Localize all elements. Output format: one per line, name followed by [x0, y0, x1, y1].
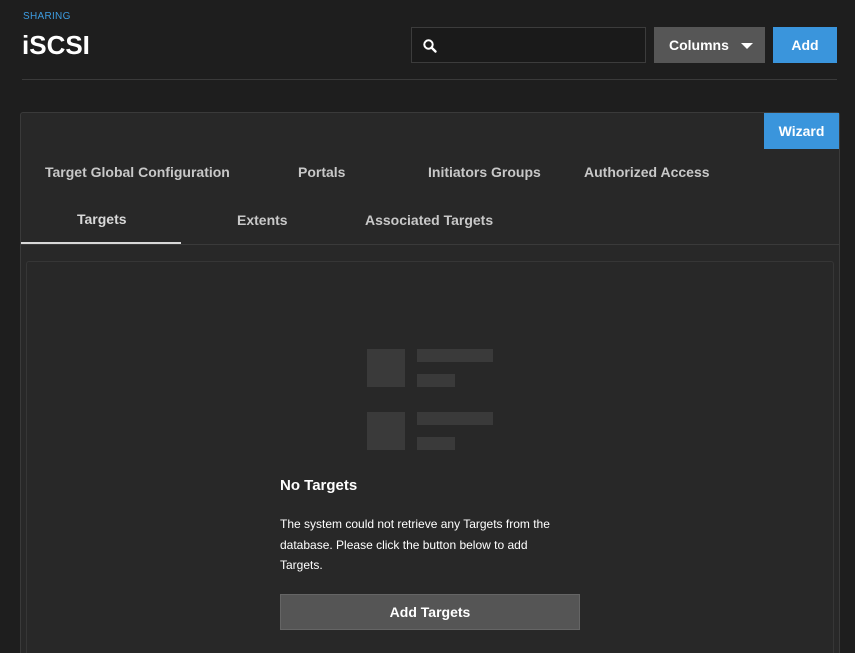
wizard-button[interactable]: Wizard — [764, 113, 839, 149]
tab-initiators-groups[interactable]: Initiators Groups — [428, 164, 541, 180]
tab-targets[interactable]: Targets — [77, 211, 127, 227]
active-tab-indicator — [21, 242, 181, 244]
tabs-border — [21, 244, 839, 245]
search-input[interactable] — [446, 28, 641, 62]
tab-extents[interactable]: Extents — [237, 212, 288, 228]
empty-state-message: The system could not retrieve any Target… — [280, 517, 550, 572]
add-targets-button[interactable]: Add Targets — [280, 594, 580, 630]
tab-target-global-configuration[interactable]: Target Global Configuration — [45, 164, 230, 180]
tab-portals[interactable]: Portals — [298, 164, 345, 180]
tab-associated-targets[interactable]: Associated Targets — [365, 212, 493, 228]
chevron-down-icon — [741, 43, 753, 49]
empty-state-title: No Targets — [280, 477, 358, 494]
columns-button[interactable]: Columns — [654, 27, 765, 63]
columns-button-label: Columns — [669, 37, 729, 53]
search-icon — [423, 39, 437, 53]
breadcrumb[interactable]: SHARING — [23, 11, 71, 22]
empty-table-icon — [367, 349, 493, 450]
add-button[interactable]: Add — [773, 27, 837, 63]
search-box[interactable] — [411, 27, 646, 63]
page-title: iSCSI — [22, 30, 90, 60]
header-divider — [22, 79, 837, 80]
tab-authorized-access[interactable]: Authorized Access — [584, 164, 710, 180]
